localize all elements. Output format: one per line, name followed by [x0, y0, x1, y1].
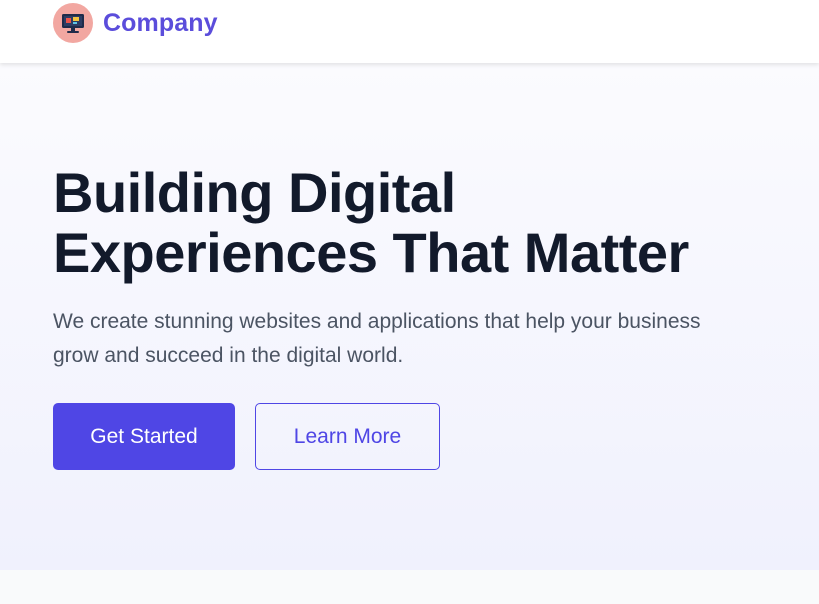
hero-subtext: We create stunning websites and applicat…: [53, 305, 813, 373]
computer-monitor-icon: [53, 3, 93, 43]
hero-headline: Building Digital Experiences That Matter: [53, 163, 813, 283]
learn-more-button[interactable]: Learn More: [255, 403, 440, 470]
brand-name: Company: [103, 8, 218, 37]
hero-headline-line-2: Experiences That Matter: [53, 221, 689, 284]
get-started-button[interactable]: Get Started: [53, 403, 235, 470]
hero-section: Building Digital Experiences That Matter…: [0, 63, 819, 570]
site-header: Company: [0, 0, 819, 63]
hero-headline-line-1: Building Digital: [53, 161, 456, 224]
hero-subtext-line-2: grow and succeed in the digital world.: [53, 344, 404, 367]
brand-link[interactable]: Company: [53, 3, 218, 43]
hero-subtext-line-1: We create stunning websites and applicat…: [53, 310, 701, 333]
next-section: [0, 570, 819, 604]
